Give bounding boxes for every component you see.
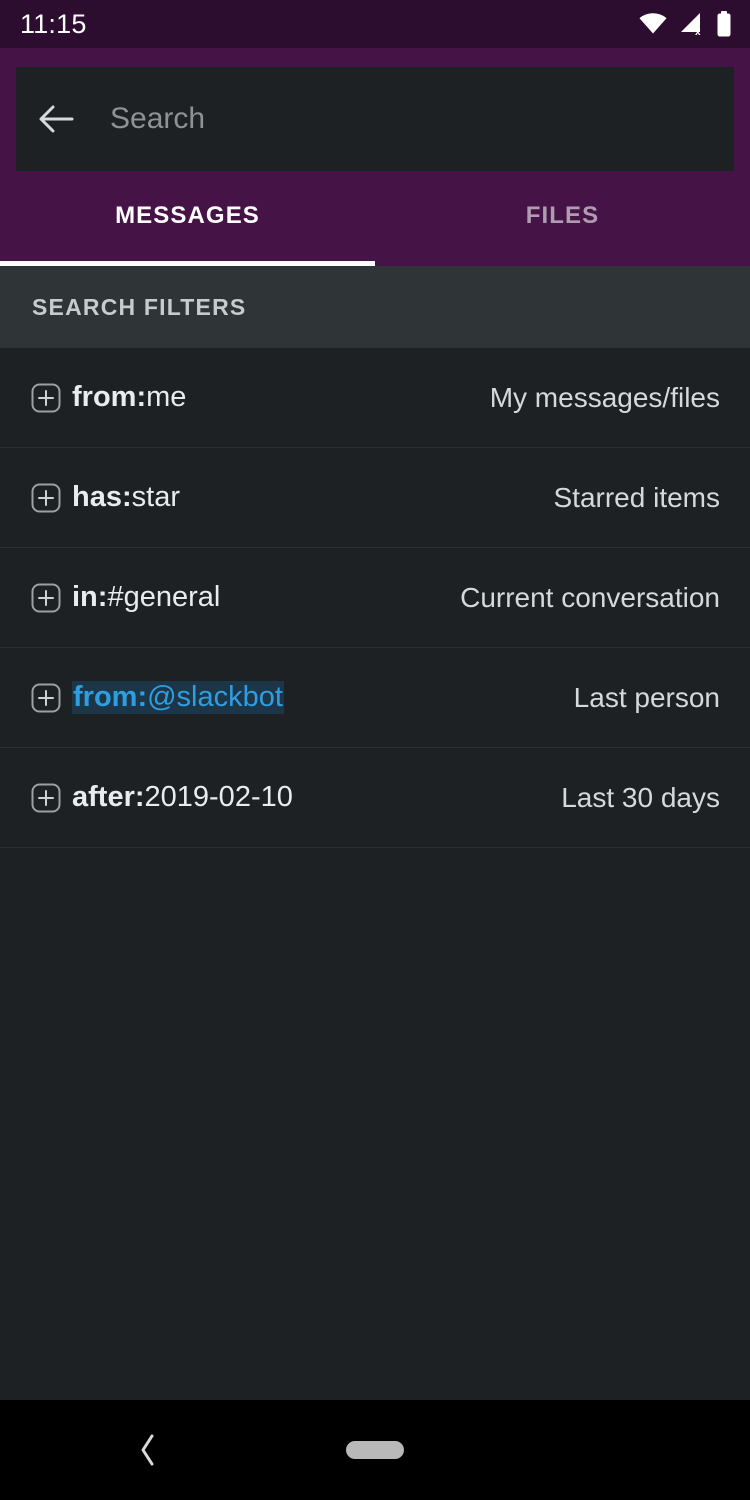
filter-description: Starred items — [553, 481, 721, 513]
filter-description: Last person — [573, 681, 720, 713]
android-nav-bar — [0, 1400, 750, 1500]
home-gesture-pill[interactable] — [346, 1441, 404, 1459]
filter-description: Last 30 days — [561, 781, 720, 813]
search-bar[interactable] — [16, 67, 734, 171]
chevron-left-icon — [136, 1432, 160, 1468]
cellular-signal-off-icon: x — [678, 12, 705, 36]
empty-content-area — [0, 848, 750, 1400]
svg-text:x: x — [695, 27, 701, 36]
status-icon-group: x — [639, 11, 732, 37]
filter-prefix: after: — [72, 781, 145, 813]
tab-messages-label: MESSAGES — [115, 201, 260, 229]
filter-value: #general — [107, 581, 221, 613]
filter-row-from-me[interactable]: from:me My messages/files — [0, 348, 750, 448]
wifi-icon — [639, 13, 667, 35]
app-body: 11:15 x Search MESSAGES FILES SEARCH FIL… — [0, 0, 750, 1400]
status-bar: 11:15 x — [0, 0, 750, 48]
filter-row-has-star[interactable]: has:star Starred items — [0, 448, 750, 548]
tab-files-label: FILES — [525, 201, 600, 229]
filter-query: in:#general — [72, 581, 444, 614]
filter-description: Current conversation — [460, 581, 720, 613]
filter-value: 2019-02-10 — [144, 781, 293, 813]
filter-value: @slackbot — [147, 681, 283, 713]
back-button[interactable] — [20, 83, 92, 155]
search-input[interactable] — [92, 102, 730, 136]
search-filters-title: SEARCH FILTERS — [32, 293, 247, 320]
filter-query: after:2019-02-10 — [72, 781, 545, 814]
filter-value: me — [146, 381, 187, 413]
search-filters-header: SEARCH FILTERS — [0, 266, 750, 348]
filter-row-in-general[interactable]: in:#general Current conversation — [0, 548, 750, 648]
plus-box-icon[interactable] — [30, 482, 62, 514]
filter-query: from:@slackbot — [72, 681, 558, 714]
filter-description: My messages/files — [489, 381, 720, 413]
plus-box-icon[interactable] — [30, 382, 62, 414]
tab-messages[interactable]: MESSAGES — [0, 171, 375, 266]
filter-value: star — [131, 481, 180, 513]
filter-row-after-date[interactable]: after:2019-02-10 Last 30 days — [0, 748, 750, 848]
filter-query-highlight: from:@slackbot — [72, 681, 284, 714]
nav-back-button[interactable] — [118, 1420, 178, 1480]
status-clock: 11:15 — [20, 8, 87, 39]
plus-box-icon[interactable] — [30, 582, 62, 614]
arrow-left-icon — [38, 104, 74, 134]
plus-box-icon[interactable] — [30, 782, 62, 814]
app-header — [0, 48, 750, 171]
tab-files[interactable]: FILES — [375, 171, 750, 266]
filter-prefix: from: — [72, 381, 147, 413]
phone-screen: 11:15 x Search MESSAGES FILES SEARCH FIL… — [0, 0, 750, 1500]
search-filters-list: from:me My messages/files has:star Starr… — [0, 348, 750, 848]
filter-prefix: from: — [73, 681, 148, 713]
filter-query: has:star — [72, 481, 538, 514]
plus-box-icon[interactable] — [30, 682, 62, 714]
filter-prefix: has: — [72, 481, 132, 513]
filter-prefix: in: — [72, 581, 108, 613]
battery-full-icon — [716, 11, 732, 37]
filter-row-from-slackbot[interactable]: from:@slackbot Last person — [0, 648, 750, 748]
filter-query: from:me — [72, 381, 474, 414]
search-tabs: MESSAGES FILES — [0, 171, 750, 266]
tab-active-indicator — [0, 261, 375, 266]
